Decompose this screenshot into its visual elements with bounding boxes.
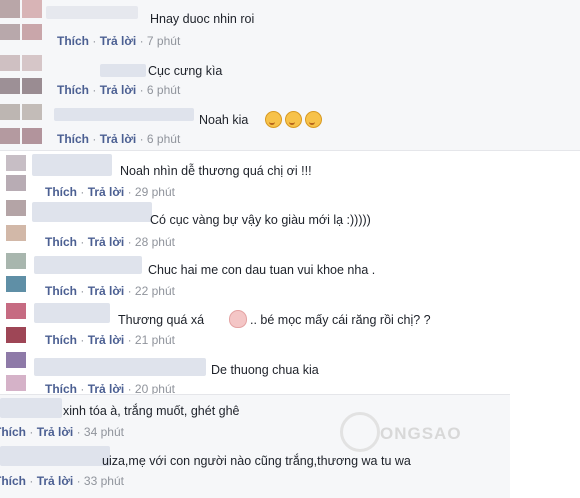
avatar[interactable] — [6, 155, 26, 171]
comment-text: .. bé mọc mấy cái răng rồi chị? ? — [250, 313, 431, 327]
like-link[interactable]: Thích — [57, 132, 89, 146]
heart-icon — [229, 310, 247, 328]
commenter-name[interactable] — [100, 64, 146, 77]
avatar[interactable] — [0, 24, 20, 40]
avatar[interactable] — [0, 104, 20, 120]
kiss-emoji-icon — [285, 111, 302, 128]
commenter-name[interactable] — [0, 446, 110, 466]
avatar[interactable] — [22, 55, 42, 71]
avatar[interactable] — [6, 253, 26, 269]
comment-time[interactable]: 29 phút — [135, 185, 175, 199]
comment-time[interactable]: 21 phút — [135, 333, 175, 347]
comment-text: Chuc hai me con dau tuan vui khoe nha . — [148, 263, 376, 277]
avatar[interactable] — [22, 104, 42, 120]
comment-actions: Thích · Trả lời · 6 phút — [57, 83, 181, 97]
divider — [0, 150, 580, 151]
commenter-name[interactable] — [34, 256, 142, 274]
comment-actions: Thích · Trả lời · 20 phút — [45, 382, 175, 394]
avatar[interactable] — [22, 78, 42, 94]
comment-time[interactable]: 6 phút — [147, 83, 180, 97]
comment-actions: Thích · Trả lời · 29 phút — [45, 185, 175, 199]
reply-link[interactable]: Trả lời — [88, 333, 125, 347]
kiss-emoji-icon — [265, 111, 282, 128]
commenter-name[interactable] — [32, 154, 112, 176]
reply-link[interactable]: Trả lời — [37, 425, 74, 439]
commenter-name[interactable] — [46, 6, 138, 19]
avatar[interactable] — [22, 24, 42, 40]
like-link[interactable]: Thích — [57, 83, 89, 97]
comment-actions: Thích · Trả lời · 22 phút — [45, 284, 175, 298]
reply-link[interactable]: Trả lời — [100, 132, 137, 146]
comment-text: Cục cưng kìa — [148, 64, 223, 78]
commenter-name[interactable] — [32, 202, 152, 222]
comment-time[interactable]: 33 phút — [84, 474, 124, 488]
watermark-logo-icon — [340, 412, 380, 452]
comment-text: uiza,mẹ với con người nào cũng trắng,thư… — [102, 454, 411, 468]
avatar[interactable] — [6, 276, 26, 292]
avatar[interactable] — [6, 327, 26, 343]
avatar[interactable] — [6, 375, 26, 391]
reply-link[interactable]: Trả lời — [88, 284, 125, 298]
avatar[interactable] — [22, 128, 42, 144]
commenter-name[interactable] — [34, 303, 110, 323]
comment-actions: Thích · Trả lời · 7 phút — [57, 34, 181, 48]
avatar[interactable] — [0, 0, 20, 18]
comment-actions: Thích · Trả lời · 28 phút — [45, 235, 175, 249]
avatar[interactable] — [6, 225, 26, 241]
comment-text: Noah nhìn dễ thương quá chị ơi !!! — [120, 164, 312, 178]
comment-actions: Thích · Trả lời · 34 phút — [0, 425, 124, 439]
comment-actions: Thích · Trả lời · 6 phút — [57, 132, 181, 146]
comment-time[interactable]: 22 phút — [135, 284, 175, 298]
comment-actions: Thích · Trả lời · 33 phút — [0, 474, 124, 488]
comment-text: Có cục vàng bự vậy ko giàu mới lạ :))))) — [150, 213, 371, 227]
like-link[interactable]: Thích — [0, 425, 26, 439]
like-link[interactable]: Thích — [0, 474, 26, 488]
comment-time[interactable]: 28 phút — [135, 235, 175, 249]
avatar[interactable] — [6, 352, 26, 368]
like-link[interactable]: Thích — [57, 34, 89, 48]
watermark-text: ONGSAO — [380, 424, 462, 443]
avatar[interactable] — [0, 128, 20, 144]
avatar[interactable] — [0, 55, 20, 71]
comment-actions: Thích · Trả lời · 21 phút — [45, 333, 175, 347]
comment-time[interactable]: 20 phút — [135, 382, 175, 394]
reply-link[interactable]: Trả lời — [88, 185, 125, 199]
comment-text: xinh tóa à, trắng muốt, ghét ghê — [63, 404, 240, 418]
comment-text: De thuong chua kia — [211, 363, 319, 377]
like-link[interactable]: Thích — [45, 235, 77, 249]
commenter-name[interactable] — [0, 398, 62, 418]
reply-link[interactable]: Trả lời — [88, 235, 125, 249]
commenter-name[interactable] — [34, 358, 206, 376]
comment-time[interactable]: 7 phút — [147, 34, 180, 48]
like-link[interactable]: Thích — [45, 382, 77, 394]
reply-link[interactable]: Trả lời — [100, 34, 137, 48]
like-link[interactable]: Thích — [45, 333, 77, 347]
reply-link[interactable]: Trả lời — [88, 382, 125, 394]
avatar[interactable] — [0, 78, 20, 94]
comment-text: Noah kia — [199, 113, 249, 127]
avatar[interactable] — [22, 0, 42, 18]
comment-text: Hnay duoc nhin roi — [150, 12, 255, 26]
comment-time[interactable]: 34 phút — [84, 425, 124, 439]
reply-link[interactable]: Trả lời — [100, 83, 137, 97]
reply-link[interactable]: Trả lời — [37, 474, 74, 488]
comment-time[interactable]: 6 phút — [147, 132, 180, 146]
commenter-name[interactable] — [54, 108, 194, 121]
kiss-emoji-icon — [305, 111, 322, 128]
avatar[interactable] — [6, 303, 26, 319]
avatar[interactable] — [6, 200, 26, 216]
avatar[interactable] — [6, 175, 26, 191]
like-link[interactable]: Thích — [45, 185, 77, 199]
like-link[interactable]: Thích — [45, 284, 77, 298]
divider — [0, 394, 510, 395]
comment-text: Thương quá xá — [118, 313, 205, 327]
